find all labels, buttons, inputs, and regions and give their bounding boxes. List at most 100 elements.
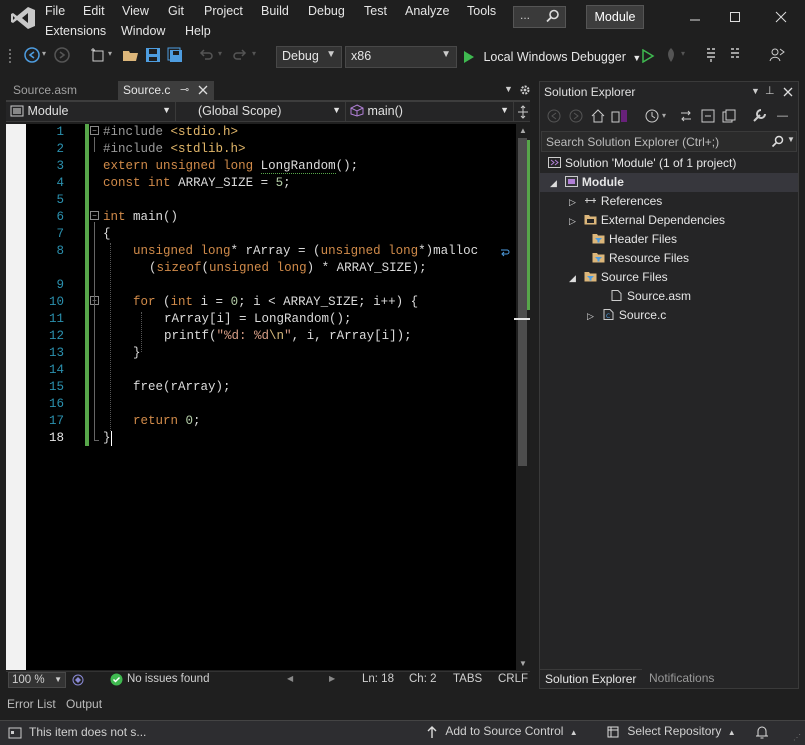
navigate-back-icon[interactable] bbox=[24, 47, 40, 63]
close-panel-icon[interactable] bbox=[783, 87, 793, 97]
home-icon[interactable] bbox=[591, 109, 605, 123]
properties-wrench-icon[interactable] bbox=[752, 108, 767, 123]
tab-overflow-icon[interactable]: ▼ bbox=[504, 84, 513, 94]
pending-changes-filter-icon[interactable] bbox=[645, 109, 659, 123]
settings-gear-icon[interactable] bbox=[519, 84, 531, 96]
tab-error-list[interactable]: Error List bbox=[7, 697, 56, 711]
menu-build[interactable]: Build bbox=[261, 4, 289, 18]
open-file-icon[interactable] bbox=[122, 47, 140, 63]
visual-studio-logo-icon[interactable] bbox=[10, 6, 36, 30]
tree-source-files[interactable]: ◢ Source Files bbox=[540, 268, 668, 287]
tab-notifications[interactable]: Notifications bbox=[644, 669, 719, 687]
close-button[interactable] bbox=[766, 4, 796, 30]
indent-mode[interactable]: TABS bbox=[453, 673, 482, 685]
menu-debug[interactable]: Debug bbox=[308, 4, 345, 18]
forward-icon[interactable] bbox=[569, 109, 583, 123]
show-all-files-icon[interactable] bbox=[722, 109, 736, 123]
code-line-4[interactable]: const int ARRAY_SIZE = 5; bbox=[103, 175, 291, 192]
solution-name-button[interactable]: Module bbox=[586, 5, 644, 29]
tree-references[interactable]: ▷ References bbox=[540, 192, 662, 211]
collapse-all-icon[interactable] bbox=[701, 109, 715, 123]
code-line-18[interactable]: } bbox=[103, 430, 111, 447]
tree-resource-files[interactable]: Resource Files bbox=[540, 249, 689, 268]
more-options-icon[interactable]: — bbox=[777, 110, 788, 122]
feature-search-box[interactable]: ... bbox=[513, 6, 566, 28]
code-line-1[interactable]: #include <stdio.h> bbox=[103, 124, 238, 141]
scrollbar-thumb[interactable] bbox=[518, 138, 527, 466]
sync-with-document-icon[interactable] bbox=[679, 109, 693, 123]
scope-dropdown[interactable]: (Global Scope) ▼ bbox=[176, 102, 346, 122]
menu-test[interactable]: Test bbox=[364, 4, 387, 18]
code-line-3[interactable]: extern unsigned long LongRandom(); bbox=[103, 158, 358, 175]
tree-source-c[interactable]: ▷ C Source.c bbox=[540, 306, 666, 325]
close-tab-icon[interactable] bbox=[198, 85, 208, 95]
select-repository-button[interactable]: Select Repository ▲ bbox=[606, 724, 736, 739]
intellicode-icon[interactable] bbox=[71, 673, 85, 687]
step-markers-icon[interactable] bbox=[704, 47, 718, 63]
code-line-8[interactable]: unsigned long* rArray = (unsigned long*)… bbox=[133, 243, 478, 260]
zoom-dropdown[interactable]: 100 % ▼ bbox=[8, 672, 66, 688]
code-line-7[interactable]: { bbox=[103, 226, 111, 243]
menu-git[interactable]: Git bbox=[168, 4, 184, 18]
tab-source-c[interactable]: Source.c ⊸ bbox=[118, 81, 214, 100]
maximize-button[interactable] bbox=[720, 4, 750, 30]
line-ending[interactable]: CRLF bbox=[498, 673, 528, 685]
split-editor-icon[interactable] bbox=[517, 105, 529, 119]
switch-views-icon[interactable] bbox=[611, 108, 629, 124]
tree-external-dependencies[interactable]: ▷ External Dependencies bbox=[540, 211, 725, 230]
live-share-icon[interactable] bbox=[768, 46, 786, 64]
redo-dropdown-icon[interactable]: ▾ bbox=[252, 49, 256, 58]
add-to-source-control-button[interactable]: Add to Source Control ▲ bbox=[426, 724, 578, 739]
member-dropdown[interactable]: main() ▼ bbox=[346, 102, 514, 122]
scroll-down-icon[interactable]: ▼ bbox=[519, 659, 527, 668]
start-debugging-button[interactable]: Local Windows Debugger ▼ bbox=[462, 46, 641, 68]
navigate-forward-icon[interactable] bbox=[54, 47, 70, 63]
code-line-2[interactable]: #include <stdlib.h> bbox=[103, 141, 246, 158]
menu-extensions[interactable]: Extensions bbox=[45, 24, 106, 38]
back-icon[interactable] bbox=[547, 109, 561, 123]
menu-tools[interactable]: Tools bbox=[467, 4, 496, 18]
auto-hide-pin-icon[interactable]: ⊥ bbox=[765, 84, 775, 97]
menu-edit[interactable]: Edit bbox=[83, 4, 105, 18]
line-indicator[interactable]: Ln: 18 bbox=[362, 673, 394, 685]
menu-analyze[interactable]: Analyze bbox=[405, 4, 449, 18]
resize-grip-icon[interactable]: ⋰ bbox=[793, 733, 801, 742]
code-line-15[interactable]: free(rArray); bbox=[133, 379, 231, 396]
menu-project[interactable]: Project bbox=[204, 4, 243, 18]
undo-dropdown-icon[interactable]: ▾ bbox=[218, 49, 222, 58]
pin-tab-icon[interactable]: ⊸ bbox=[180, 83, 189, 96]
column-indicator[interactable]: Ch: 2 bbox=[409, 673, 437, 685]
panel-options-icon[interactable]: ▼ bbox=[751, 86, 760, 96]
notifications-bell-icon[interactable] bbox=[755, 725, 769, 740]
tree-project-module[interactable]: ◢ Module bbox=[540, 173, 798, 192]
scroll-right-icon[interactable]: ▶ bbox=[329, 674, 335, 683]
code-line-8-wrap[interactable]: (sizeof(unsigned long) * ARRAY_SIZE); bbox=[149, 260, 427, 277]
breakpoint-toggle-icon[interactable] bbox=[728, 47, 742, 63]
tree-solution[interactable]: Solution 'Module' (1 of 1 project) bbox=[540, 154, 736, 173]
minimize-button[interactable] bbox=[680, 4, 710, 30]
collapse-icon[interactable]: − bbox=[90, 211, 99, 220]
filter-dropdown-icon[interactable]: ▾ bbox=[662, 111, 666, 120]
issues-status[interactable]: No issues found bbox=[127, 673, 209, 685]
project-dropdown[interactable]: Module ▼ bbox=[6, 102, 176, 122]
tree-source-asm[interactable]: Source.asm bbox=[540, 287, 691, 306]
back-dropdown-icon[interactable]: ▾ bbox=[42, 49, 46, 58]
code-line-11[interactable]: rArray[i] = LongRandom(); bbox=[164, 311, 352, 328]
scroll-left-icon[interactable]: ◀ bbox=[287, 674, 293, 683]
menu-help[interactable]: Help bbox=[185, 24, 211, 38]
solution-configuration-dropdown[interactable]: Debug ▼ bbox=[276, 46, 342, 68]
hot-reload-dropdown-icon[interactable]: ▾ bbox=[681, 49, 685, 58]
code-line-12[interactable]: printf("%d: %d\n", i, rArray[i]); bbox=[164, 328, 412, 345]
save-all-icon[interactable] bbox=[167, 47, 183, 63]
menu-file[interactable]: File bbox=[45, 4, 65, 18]
code-line-6[interactable]: int main() bbox=[103, 209, 178, 226]
redo-icon[interactable] bbox=[232, 47, 248, 63]
menu-window[interactable]: Window bbox=[121, 24, 165, 38]
tab-solution-explorer[interactable]: Solution Explorer bbox=[540, 669, 642, 688]
tab-source-asm[interactable]: Source.asm bbox=[8, 81, 112, 100]
save-icon[interactable] bbox=[145, 47, 161, 63]
tree-header-files[interactable]: Header Files bbox=[540, 230, 677, 249]
collapse-icon[interactable]: − bbox=[90, 126, 99, 135]
tab-output[interactable]: Output bbox=[66, 697, 102, 711]
solution-platform-dropdown[interactable]: x86 ▼ bbox=[345, 46, 457, 68]
